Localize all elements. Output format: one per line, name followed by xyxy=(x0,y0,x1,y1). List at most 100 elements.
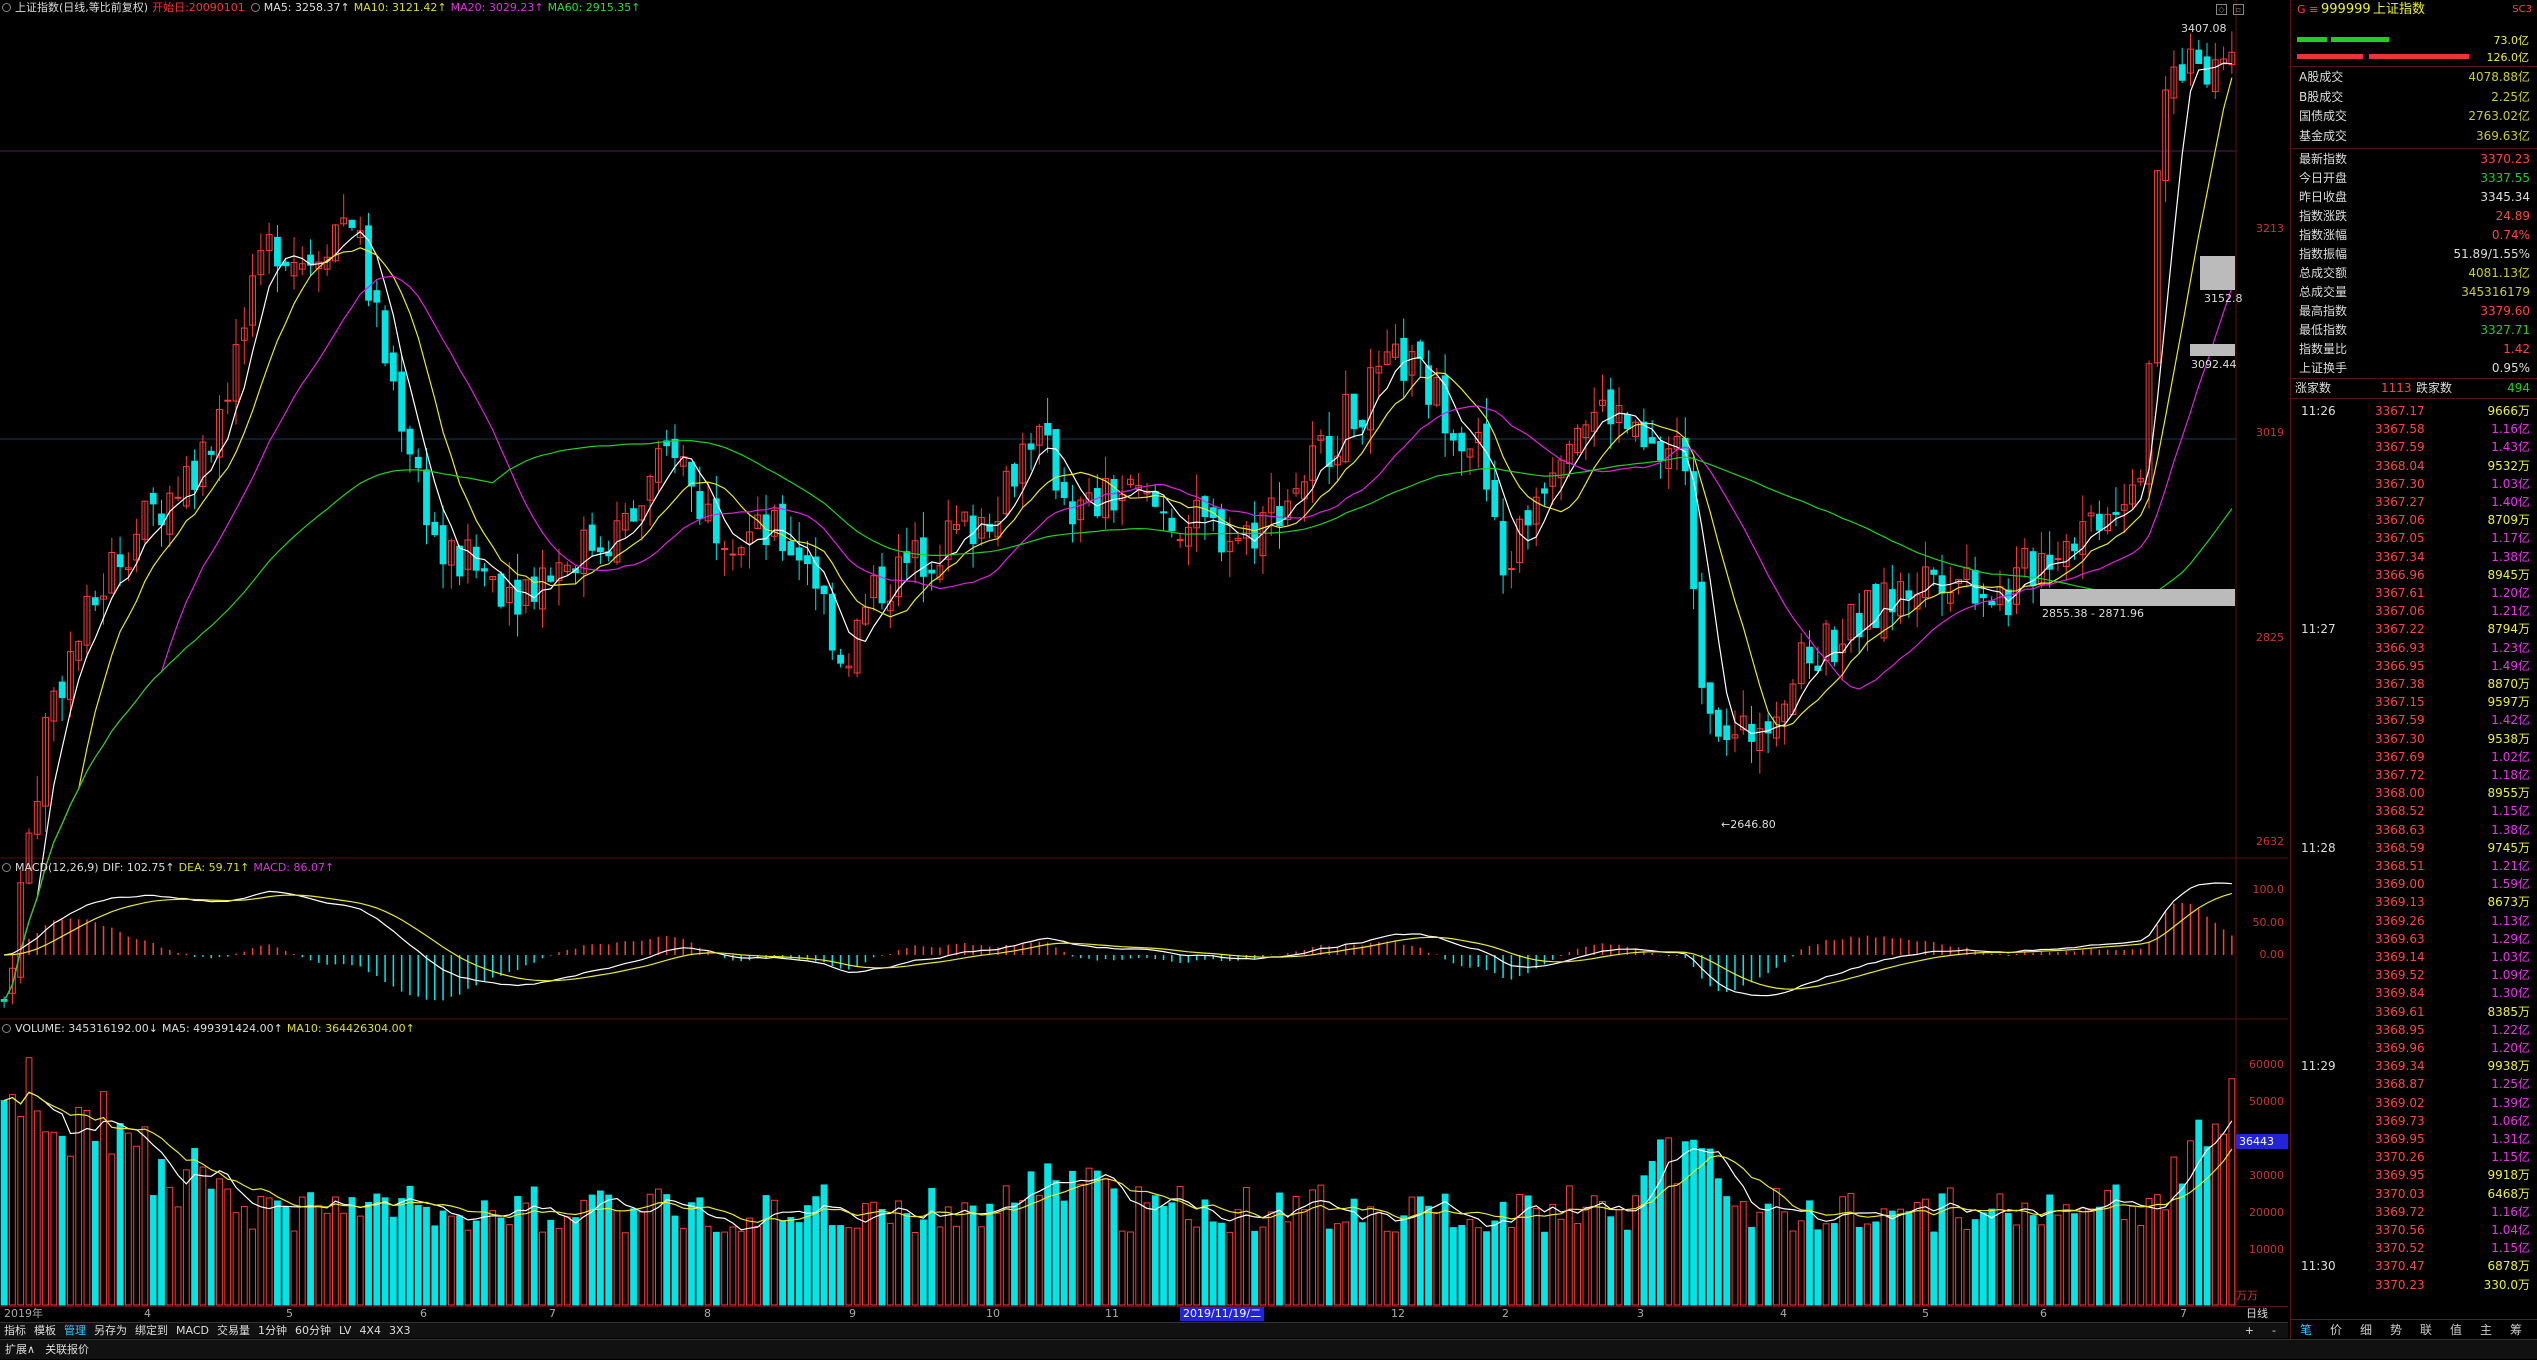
volume-bar xyxy=(1897,1208,1904,1306)
tick-price: 3367.05 xyxy=(2375,531,2425,546)
tick-price: 3366.96 xyxy=(2375,567,2425,582)
volume-toggle-icon[interactable] xyxy=(2,1024,11,1033)
stat-label: 指数振幅 xyxy=(2299,247,2348,261)
macd-value: MACD: 86.07↑ xyxy=(253,861,335,874)
minus-icon[interactable]: - xyxy=(2272,1323,2276,1339)
volume-bar xyxy=(1996,1193,2004,1306)
volume-bar xyxy=(572,1217,579,1306)
index-stat-row: 指数涨跌 24.89 xyxy=(2291,207,2537,226)
tick-row: 3367.38 8870万 xyxy=(2291,675,2537,694)
tick-row: 3367.06 8709万 xyxy=(2291,511,2537,530)
candle-body xyxy=(2195,49,2203,64)
tick-volume: 330.0万 xyxy=(2483,1277,2530,1292)
tick-volume: 1.59亿 xyxy=(2491,877,2530,892)
toolbar-save-as[interactable]: 另存为 xyxy=(94,1324,127,1337)
tick-row: 3369.00 1.59亿 xyxy=(2291,875,2537,894)
toolbar-manage[interactable]: 管理 xyxy=(64,1324,86,1337)
toolbar-indicator[interactable]: 指标 xyxy=(4,1324,26,1337)
toolbar-macd[interactable]: MACD xyxy=(176,1324,209,1337)
tick-volume: 1.15亿 xyxy=(2491,804,2530,819)
volume-bar xyxy=(1739,1200,1747,1306)
toolbar-volume[interactable]: 交易量 xyxy=(217,1324,250,1337)
volume-bar xyxy=(1218,1222,1225,1306)
tick-price: 3370.56 xyxy=(2375,1223,2425,1237)
toolbar-1min[interactable]: 1分钟 xyxy=(258,1324,287,1337)
kline-chart-area[interactable]: 上证指数(日线,等比前复权) 开始日:20090101 MA5: 3258.37↑ M… xyxy=(0,0,2288,1340)
toolbar-60min[interactable]: 60分钟 xyxy=(295,1324,331,1337)
tick-price: 3368.51 xyxy=(2375,859,2425,873)
volume-bar xyxy=(2203,1146,2211,1306)
related-quotes-button[interactable]: 关联报价 xyxy=(45,1343,89,1356)
toolbar-template[interactable]: 模板 xyxy=(34,1324,56,1337)
expand-button[interactable]: 扩展∧ xyxy=(5,1343,35,1356)
quote-tab[interactable]: 价 xyxy=(2321,1320,2351,1340)
quote-tab[interactable]: 值 xyxy=(2441,1320,2471,1340)
tick-row: 3367.59 1.42亿 xyxy=(2291,711,2537,730)
candle-body xyxy=(2178,64,2186,81)
volume-bar xyxy=(787,1217,795,1306)
volume-bar xyxy=(1673,1183,1681,1306)
volume-name: VOLUME: 345316192.00↓ xyxy=(15,1022,158,1035)
index-stat-row: 今日开盘 3337.55 xyxy=(2291,169,2537,188)
candle-body xyxy=(274,236,281,267)
volume-bar xyxy=(398,1198,406,1306)
ma-toggle-icon[interactable] xyxy=(250,3,260,12)
quote-name: 上证指数 xyxy=(2373,2,2426,17)
volume-bar xyxy=(1011,1202,1018,1306)
restore-icon[interactable]: ▫ xyxy=(2233,4,2244,15)
period-label[interactable]: 日线 xyxy=(2246,1307,2268,1321)
volume-bar xyxy=(1756,1211,1764,1306)
quote-tab[interactable]: 势 xyxy=(2381,1320,2411,1340)
tick-volume: 1.15亿 xyxy=(2491,1241,2530,1256)
quote-tab[interactable]: 细 xyxy=(2351,1320,2381,1340)
price-axis-label: 3213 xyxy=(2256,222,2284,235)
tick-volume: 1.16亿 xyxy=(2491,422,2530,437)
volume-bar xyxy=(862,1203,869,1306)
quote-tab[interactable]: 筹 xyxy=(2501,1320,2531,1340)
price-axis-label: 2632 xyxy=(2256,835,2284,848)
volume-ma5: MA5: 499391424.00↑ xyxy=(161,1022,283,1035)
volume-bar xyxy=(1988,1208,1996,1306)
volume-bar xyxy=(232,1212,240,1306)
quote-tab[interactable]: 主 xyxy=(2471,1320,2501,1340)
toolbar-3x3[interactable]: 3X3 xyxy=(389,1324,411,1337)
candle-body xyxy=(2095,513,2103,531)
macd-toggle-icon[interactable] xyxy=(2,863,11,872)
tick-volume: 1.23亿 xyxy=(2491,640,2530,655)
candle-body xyxy=(456,545,464,577)
volume-bar xyxy=(1615,1209,1623,1306)
volume-bar xyxy=(2079,1207,2087,1306)
toolbar-bind[interactable]: 绑定到 xyxy=(135,1324,168,1337)
toolbar-lv[interactable]: LV xyxy=(339,1324,351,1337)
tick-row: 3369.13 8673万 xyxy=(2291,893,2537,912)
macd-dif: DIF: 102.75↑ xyxy=(102,861,175,874)
kline-chart-svg[interactable] xyxy=(0,0,2288,1306)
tick-price: 3369.96 xyxy=(2375,1041,2425,1055)
diamond-icon[interactable]: ◇ xyxy=(2216,4,2227,15)
candle-body xyxy=(414,456,422,469)
volume-bar xyxy=(265,1197,273,1306)
x-label: 6 xyxy=(420,1307,427,1320)
g-icon[interactable]: G ≡ xyxy=(2297,0,2318,20)
volume-bar xyxy=(497,1217,505,1306)
candle-body xyxy=(1251,522,1259,549)
volume-bar xyxy=(1748,1226,1755,1306)
quote-tab[interactable]: 联 xyxy=(2411,1320,2441,1340)
down-count: 494 xyxy=(2507,381,2530,395)
add-icon[interactable]: + xyxy=(2245,1323,2254,1339)
volume-bar xyxy=(1060,1200,1068,1306)
macd-dea: DEA: 59.71↑ xyxy=(178,861,250,874)
ma60-line xyxy=(3,439,2233,1002)
candle-body xyxy=(1358,419,1366,428)
candle-body xyxy=(779,503,786,552)
quote-tab[interactable]: 笔 xyxy=(2291,1320,2321,1340)
tick-volume: 1.49亿 xyxy=(2491,658,2530,673)
volume-unit: 万万 xyxy=(2236,1289,2258,1302)
quote-tabs: 笔价细势联值主筹 xyxy=(2291,1319,2537,1339)
indicator-toggle-icon[interactable] xyxy=(2,3,11,12)
volume-bar xyxy=(1789,1230,1797,1306)
tick-time: 11:30 xyxy=(2301,1259,2336,1274)
toolbar-4x4[interactable]: 4X4 xyxy=(359,1324,381,1337)
updown-row: 涨家数 1113 跌家数 494 xyxy=(2291,379,2537,398)
candle-body xyxy=(431,521,439,536)
